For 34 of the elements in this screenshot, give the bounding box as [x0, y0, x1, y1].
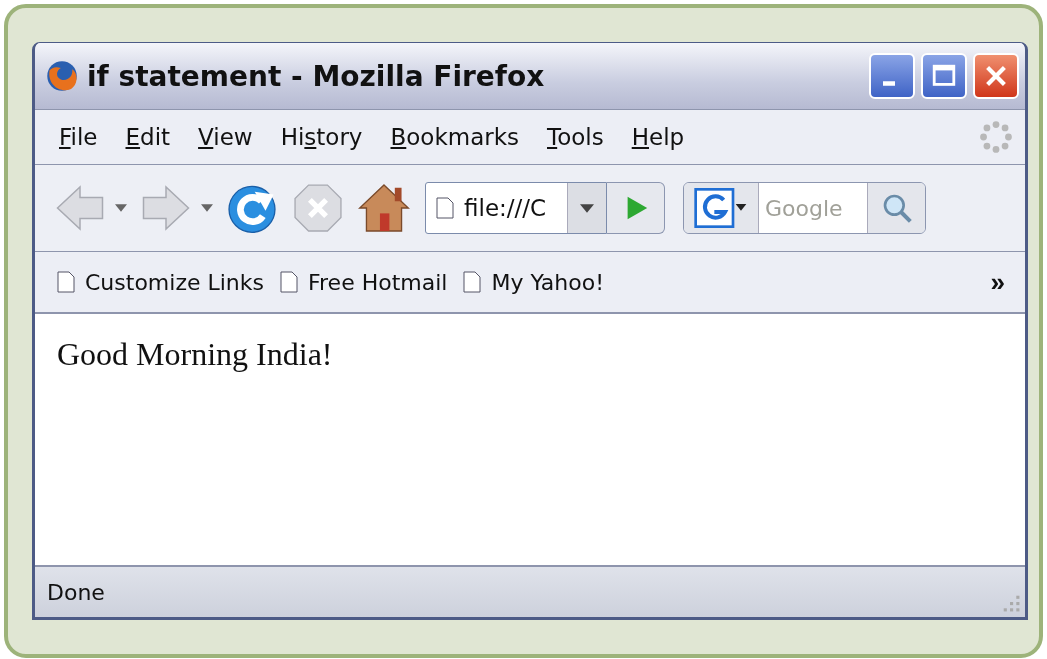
- menu-item[interactable]: Tools: [537, 122, 614, 152]
- page-icon: [57, 270, 75, 294]
- page-icon: [436, 196, 454, 220]
- throbber-icon: [979, 120, 1013, 154]
- page-text: Good Morning India!: [57, 336, 334, 373]
- menu-item[interactable]: History: [270, 122, 373, 152]
- menu-item[interactable]: File: [49, 122, 108, 152]
- menu-item[interactable]: Help: [621, 122, 695, 152]
- window-title: if statement - Mozilla Firefox: [87, 59, 546, 93]
- menu-item[interactable]: Bookmarks: [380, 122, 529, 152]
- caret-icon: [201, 204, 213, 212]
- page-icon: [463, 270, 482, 294]
- bookmark-link[interactable]: Customize Links: [47, 269, 264, 295]
- search-button[interactable]: [867, 183, 925, 233]
- dropdown-arrow-icon: [580, 203, 594, 213]
- letter-g-icon: [693, 188, 749, 228]
- go-button[interactable]: [607, 182, 665, 234]
- menu-item[interactable]: Edit: [115, 122, 181, 152]
- close-button[interactable]: [973, 53, 1019, 99]
- bookmark-link[interactable]: My Yahoo!: [453, 269, 605, 295]
- status-text: Done: [47, 579, 106, 605]
- firefox-logo-icon: [45, 59, 79, 93]
- minimize-icon: [883, 80, 895, 86]
- maximize-button[interactable]: [921, 53, 967, 99]
- address-field[interactable]: file:///C: [425, 182, 607, 234]
- search-engine-button[interactable]: [684, 183, 758, 233]
- bookmark-link[interactable]: Free Hotmail: [270, 269, 448, 295]
- bookmarks-overflow-button[interactable]: »: [986, 266, 1009, 298]
- search-field[interactable]: Google: [758, 183, 867, 233]
- page-icon: [280, 270, 298, 294]
- menu-item[interactable]: View: [188, 122, 263, 152]
- minimize-button[interactable]: [869, 53, 915, 99]
- stop-icon: [291, 181, 345, 235]
- caret-icon: [115, 204, 127, 212]
